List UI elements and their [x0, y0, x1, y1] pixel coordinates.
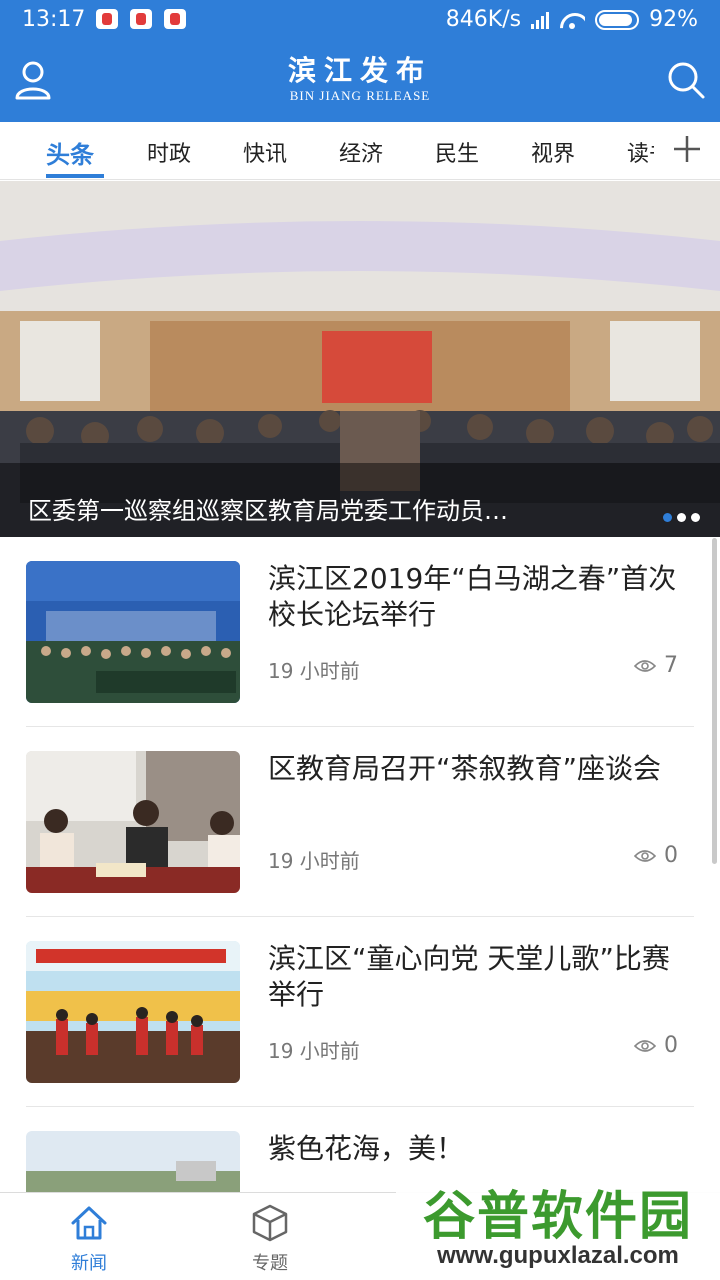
news-views: 0	[634, 1033, 678, 1058]
app-header: 滨江发布 BIN JIANG RELEASE	[0, 40, 720, 122]
banner-caption[interactable]: 区委第一巡察组巡察区教育局党委工作动员…	[28, 491, 628, 526]
watermark: 谷普软件园 www.gupuxlazal.com	[396, 1166, 720, 1280]
news-time: 19 小时前	[268, 1039, 360, 1063]
notification-icons	[96, 9, 186, 29]
carousel-dot[interactable]	[677, 513, 686, 522]
news-item[interactable]: 区教育局召开“茶叙教育”座谈会 19 小时前 0	[26, 727, 694, 917]
news-title[interactable]: 滨江区“童心向党 天堂儿歌”比赛举行	[268, 941, 678, 1013]
signal-icon	[531, 11, 550, 29]
nav-topics-label: 专题	[252, 1253, 288, 1274]
watermark-url: www.gupuxlazal.com	[437, 1242, 679, 1269]
app-notification-icon	[164, 9, 186, 29]
nav-news-label: 新闻	[71, 1253, 107, 1274]
news-title[interactable]: 滨江区2019年“白马湖之春”首次校长论坛举行	[268, 561, 678, 633]
battery-percent: 92%	[649, 7, 698, 32]
cube-icon	[252, 1204, 288, 1242]
tab-headline[interactable]: 头条	[46, 135, 94, 170]
news-views: 0	[634, 843, 678, 868]
category-tabs: 头条 时政 快讯 经济 民生 视界 读书	[0, 122, 720, 180]
news-item[interactable]: 滨江区“童心向党 天堂儿歌”比赛举行 19 小时前 0	[26, 917, 694, 1107]
app-notification-icon	[96, 9, 118, 29]
news-title[interactable]: 紫色花海，美！	[268, 1131, 678, 1167]
tab-vision[interactable]: 视界	[531, 136, 575, 168]
network-speed: 846K/s	[445, 7, 522, 32]
news-thumbnail	[26, 941, 240, 1083]
eye-icon	[634, 849, 656, 862]
nav-topics[interactable]: 专题	[225, 1203, 315, 1275]
nav-news[interactable]: 新闻	[44, 1203, 134, 1275]
watermark-text: 谷普软件园	[422, 1187, 693, 1247]
status-right: 846K/s 92%	[446, 7, 698, 32]
battery-icon	[595, 9, 640, 30]
status-time: 13:17	[22, 7, 86, 32]
eye-icon	[634, 659, 656, 672]
tab-flash[interactable]: 快讯	[243, 136, 287, 168]
news-thumbnail	[26, 751, 240, 893]
active-tab-indicator	[46, 174, 104, 178]
tab-economy[interactable]: 经济	[339, 136, 383, 168]
search-icon[interactable]	[666, 60, 706, 100]
carousel-dot[interactable]	[691, 513, 700, 522]
news-views: 7	[634, 653, 678, 678]
status-bar: 13:17 846K/s 92%	[0, 0, 720, 40]
brand-title: 滨江发布	[287, 54, 432, 87]
carousel-dot[interactable]	[663, 513, 672, 522]
news-item[interactable]: 滨江区2019年“白马湖之春”首次校长论坛举行 19 小时前 7	[26, 537, 694, 727]
carousel-dots	[663, 513, 700, 522]
news-time: 19 小时前	[268, 659, 360, 683]
scrollbar[interactable]	[712, 538, 717, 864]
news-thumbnail	[26, 561, 240, 703]
add-tab-icon[interactable]	[670, 132, 704, 166]
wifi-icon	[559, 11, 585, 29]
brand-logo: 滨江发布 BIN JIANG RELEASE	[0, 54, 720, 104]
news-title[interactable]: 区教育局召开“茶叙教育”座谈会	[268, 751, 678, 787]
featured-banner[interactable]: 区委第一巡察组巡察区教育局党委工作动员…	[0, 181, 720, 537]
tab-politics[interactable]: 时政	[147, 136, 191, 168]
eye-icon	[634, 1039, 656, 1052]
app-notification-icon	[130, 9, 152, 29]
view-count: 0	[664, 1033, 678, 1058]
view-count: 7	[664, 653, 678, 678]
news-time: 19 小时前	[268, 849, 360, 873]
brand-subtitle: BIN JIANG RELEASE	[289, 88, 431, 103]
view-count: 0	[664, 843, 678, 868]
home-icon	[71, 1206, 107, 1240]
tab-livelihood[interactable]: 民生	[435, 136, 479, 168]
